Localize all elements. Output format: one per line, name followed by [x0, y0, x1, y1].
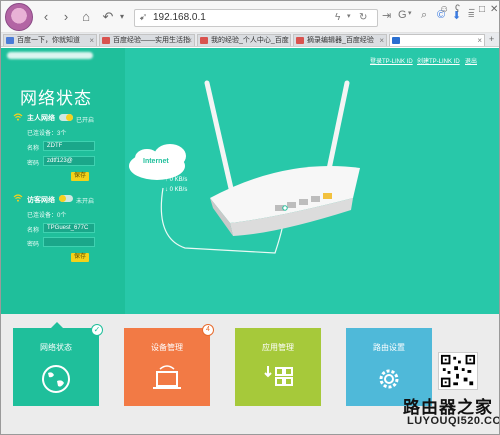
device-count-badge: 4 [202, 324, 214, 336]
search-engine-dropdown-icon[interactable]: ▾ [408, 9, 412, 17]
network-diagram-area: 登录TP-LINK ID 创建TP-LINK ID 退出 Internet ↑ … [125, 48, 499, 314]
status-sidebar: 网络状态 主人网络 已开启 已连设备：3个 名称 ZDTF 密码 zdtf123… [1, 48, 125, 314]
tab-label: 摘录编辑器_百度经验 [307, 37, 374, 44]
upload-speed-value: 0 KB/s [169, 177, 188, 183]
guest-name-label: 名称 [27, 228, 40, 234]
go-icon[interactable]: ⇥ [382, 9, 391, 22]
globe-icon [42, 365, 70, 393]
browser-window: ‹ › ⌂ ↶ ▾ ➹ 192.168.0.1 ϟ ▾ ↻ ⇥ G ▾ ⌕ © … [0, 0, 500, 435]
secure-page-icon: ➹ [139, 12, 148, 23]
host-password-field[interactable]: zdtf123@ [43, 156, 95, 166]
tile-label: 应用管理 [262, 343, 294, 352]
tab-close-icon[interactable]: × [187, 35, 192, 46]
internet-label: Internet [143, 158, 169, 165]
tab-close-icon[interactable]: × [379, 35, 384, 46]
guest-toggle-label: 未开启 [76, 199, 95, 205]
minimize-icon[interactable]: – [469, 4, 475, 15]
host-name-label: 名称 [27, 146, 40, 152]
tile-label: 网络状态 [40, 343, 72, 352]
watermark-url: LUYOUQI520.COM [407, 415, 499, 427]
apps-grid-icon [264, 366, 293, 386]
download-speed: ↓ 0 KB/s [165, 187, 188, 193]
tab-label: 我的经验_个人中心_百度 [211, 37, 289, 44]
baidu-favicon-icon [6, 37, 14, 44]
guest-name-field[interactable]: TPGuest_677C [43, 223, 95, 233]
tab-label: 百度一下，你就知道 [17, 37, 80, 44]
qr-code [438, 352, 478, 390]
close-icon[interactable]: ✕ [490, 4, 498, 15]
tab-bar: 百度一下，你就知道 × 百度经验——实用生活指 × 我的经验_个人中心_百度 ×… [1, 33, 499, 47]
tab-close-icon[interactable]: × [283, 35, 288, 46]
guest-save-button[interactable]: 保存 [71, 253, 89, 262]
address-bar[interactable]: ➹ 192.168.0.1 ϟ ▾ ↻ [134, 9, 378, 27]
tab-editor[interactable]: 摘录编辑器_百度经验 × [293, 34, 387, 46]
host-password-label: 密码 [27, 161, 40, 167]
upload-speed: ↑ 0 KB/s [165, 177, 188, 183]
host-network-toggle[interactable] [59, 114, 73, 121]
bear-icon[interactable]: ʕ [455, 4, 460, 15]
tab-jingyan[interactable]: 百度经验——实用生活指 × [99, 34, 195, 46]
router-favicon-icon [392, 37, 400, 44]
flash-icon[interactable]: ϟ [335, 12, 340, 23]
host-toggle-label: 已开启 [76, 118, 95, 124]
home-icon[interactable]: ⌂ [79, 9, 93, 25]
guest-network-toggle[interactable] [59, 195, 73, 202]
laptop-icon [153, 365, 181, 389]
new-tab-icon[interactable]: + [489, 34, 494, 44]
search-icon[interactable]: ⌕ [421, 9, 427, 22]
host-network-heading: 主人网络 [27, 115, 55, 122]
maximize-icon[interactable]: □ [479, 4, 485, 15]
router-page: 网络状态 主人网络 已开启 已连设备：3个 名称 ZDTF 密码 zdtf123… [1, 48, 499, 434]
wifi-icon [13, 113, 23, 121]
jingyan-favicon-icon [296, 37, 304, 44]
tab-close-icon[interactable]: × [89, 35, 94, 46]
skin-icon[interactable]: ☺ [439, 4, 449, 15]
page-title: 网络状态 [20, 89, 92, 108]
check-icon: ✓ [91, 324, 103, 336]
back-icon[interactable]: ‹ [39, 9, 53, 25]
browser-toolbar: ‹ › ⌂ ↶ ▾ ➹ 192.168.0.1 ϟ ▾ ↻ ⇥ G ▾ ⌕ © … [1, 1, 499, 33]
reload-icon[interactable]: ↻ [359, 12, 367, 23]
tile-app-management[interactable]: 应用管理 [235, 328, 321, 406]
undo-dropdown-icon[interactable]: ▾ [115, 9, 129, 25]
gear-icon [379, 369, 399, 389]
tab-close-icon[interactable]: × [477, 35, 482, 46]
selected-indicator [51, 322, 63, 328]
jingyan-favicon-icon [102, 37, 110, 44]
host-name-field[interactable]: ZDTF [43, 141, 95, 151]
tile-network-status[interactable]: ✓ 网络状态 [13, 322, 103, 406]
wifi-icon [13, 194, 23, 202]
tab-router[interactable]: × [389, 34, 485, 46]
tile-device-management[interactable]: 4 设备管理 [124, 324, 214, 406]
user-avatar[interactable] [5, 3, 33, 31]
tile-label: 设备管理 [151, 343, 183, 352]
guest-password-label: 密码 [27, 242, 40, 248]
download-speed-value: 0 KB/s [169, 187, 188, 193]
address-dropdown-icon[interactable]: ▾ [347, 12, 351, 20]
tab-my-jingyan[interactable]: 我的经验_个人中心_百度 × [197, 34, 291, 46]
tile-label: 路由设置 [373, 343, 405, 352]
guest-connected-count: 已连设备：0个 [27, 213, 67, 219]
blurred-header [7, 52, 93, 59]
forward-icon[interactable]: › [59, 9, 73, 25]
guest-network-heading: 访客网络 [27, 197, 55, 204]
address-url[interactable]: 192.168.0.1 [153, 12, 206, 23]
undo-icon[interactable]: ↶ [101, 9, 115, 25]
tab-baidu[interactable]: 百度一下，你就知道 × [3, 34, 97, 46]
host-save-button[interactable]: 保存 [71, 172, 89, 181]
host-connected-count: 已连设备：3个 [27, 131, 67, 137]
search-engine-icon[interactable]: G [398, 9, 407, 21]
tab-label: 百度经验——实用生活指 [113, 37, 190, 44]
jingyan-favicon-icon [200, 37, 208, 44]
guest-password-field[interactable] [43, 237, 95, 247]
